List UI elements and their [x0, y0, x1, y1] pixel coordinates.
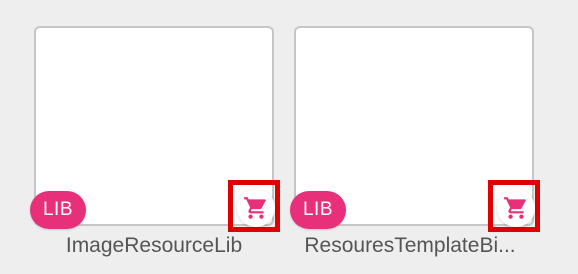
lib-badge: LIB [290, 191, 346, 229]
library-title[interactable]: ImageResourceLib [34, 234, 274, 258]
add-to-cart-button[interactable] [497, 189, 535, 227]
library-title[interactable]: ResouresTemplateBi... [294, 234, 526, 258]
shopping-cart-icon [503, 195, 529, 221]
add-to-cart-button[interactable] [237, 189, 275, 227]
library-card[interactable]: LIB ResouresTemplateBi... [290, 0, 540, 274]
lib-badge: LIB [30, 191, 86, 229]
library-card[interactable]: LIB ImageResourceLib [30, 0, 280, 274]
shopping-cart-icon [243, 195, 269, 221]
